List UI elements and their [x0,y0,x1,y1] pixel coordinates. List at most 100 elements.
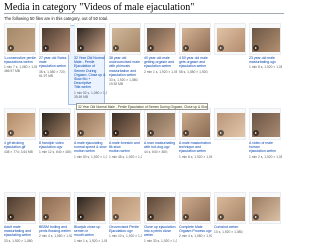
file-link[interactable]: Close up ejaculation into a penis close … [144,225,177,238]
thumbnail-frame[interactable] [144,23,176,55]
file-meta: 10 s, 1,920 × 1,080; [214,229,244,234]
file-link[interactable]: Blowjob close up semen in mouth.webm [74,225,107,238]
file-link[interactable]: 1-consecutive penile ejaculations.webm [4,56,37,64]
play-icon [78,214,84,220]
thumbnail-frame[interactable] [179,192,211,224]
file-meta: 56 s, 1,080 × 1,920; [179,69,209,74]
play-icon [8,130,14,136]
file-link[interactable]: 8 handjob video ejaculation.ogv [39,141,72,149]
video-thumbnail[interactable] [182,28,210,52]
video-thumbnail[interactable] [7,113,35,137]
play-icon [183,45,189,51]
thumbnail-frame[interactable] [4,108,36,140]
play-icon [43,45,49,51]
play-icon [148,45,154,51]
file-link[interactable]: 38 year old uncircumcised male with phim… [109,56,142,77]
file-link[interactable]: 40 year old male getting orgasm and ejac… [144,56,177,69]
video-thumbnail[interactable] [77,197,105,221]
thumbnail-frame[interactable] [144,108,176,140]
file-link[interactable]: 4 gif stroking ejaculation.gif [4,141,37,149]
thumbnail-frame[interactable] [74,23,106,55]
thumbnail-frame[interactable] [214,23,246,55]
video-thumbnail[interactable] [7,197,35,221]
file-meta: 44 s, 640 × 480; [144,149,168,154]
video-thumbnail[interactable] [217,197,245,221]
file-size: 51.97 MB [39,73,54,78]
video-thumbnail[interactable] [147,113,175,137]
file-meta: 2 min 1 s, 1,920 × 1,080; [144,69,177,74]
video-thumbnail[interactable] [252,113,280,137]
thumbnail-frame[interactable] [39,23,71,55]
file-size: 466.97 MB [4,68,20,73]
video-thumbnail[interactable] [7,28,35,52]
file-link[interactable]: 27 year old Swiss male ejaculation.webm [39,56,72,69]
category-heading: Media in category "Videos of male ejacul… [4,2,195,13]
file-size: 19.52 MB [109,81,124,86]
file-meta: 2 min 4 s, 1,080 × 1,920; [179,233,212,238]
file-meta: 1 min 8 s, 1,920 × 1,080; [179,154,212,159]
thumbnail-frame[interactable] [74,108,106,140]
thumbnail-frame[interactable] [109,192,141,224]
video-thumbnail[interactable] [217,113,245,137]
file-meta: 33 s, 1,920 × 1,080; [4,238,34,243]
file-meta: 1 min 10 s, 1,920 × 1,080; [109,233,142,238]
video-thumbnail[interactable] [182,197,210,221]
video-thumbnail[interactable] [112,28,140,52]
thumbnail-frame[interactable] [214,192,246,224]
video-thumbnail[interactable] [112,197,140,221]
video-thumbnail[interactable] [77,28,105,52]
thumbnail-frame[interactable] [179,23,211,55]
file-meta: 1 min 33 s, 1,920 × 1,080; [144,238,177,243]
thumbnail-frame[interactable] [4,192,36,224]
video-thumbnail[interactable] [42,28,70,52]
thumbnail-frame[interactable] [214,108,246,140]
file-link[interactable]: Circumcised Penile Ejaculation.ogv [109,225,142,233]
video-thumbnail[interactable] [42,113,70,137]
video-thumbnail[interactable] [77,113,105,137]
play-icon [113,130,119,136]
video-thumbnail[interactable] [182,113,210,137]
thumbnail-frame[interactable] [39,192,71,224]
file-meta: 2 min 4 s, 1,080 × 1,920; [39,233,72,238]
video-thumbnail[interactable] [252,197,280,221]
file-link[interactable]: A male foreskin and 8k slow motion.webm [109,141,142,154]
video-thumbnail[interactable] [217,28,245,52]
play-icon [8,45,14,51]
file-link[interactable]: A male masturbation technique and ejacul… [179,141,212,154]
play-icon [183,130,189,136]
file-link[interactable]: Adult male masturbating and ejaculating.… [4,225,37,238]
file-link[interactable]: 32 Year Old Normal Male - Penile Ejacula… [74,56,107,90]
thumbnail-frame[interactable] [74,192,106,224]
file-link[interactable]: 4 50 year old male gets orgasm and ejacu… [179,56,212,69]
file-link[interactable]: BBSM trolling and penis flossing.webm [39,225,72,233]
video-thumbnail[interactable] [112,113,140,137]
file-link[interactable]: A male ejaculating normal speed & slow m… [74,141,107,154]
thumbnail-frame[interactable] [144,192,176,224]
thumbnail-frame[interactable] [249,23,281,55]
play-icon [253,45,259,51]
play-icon [43,214,49,220]
heading-rule [4,13,284,14]
file-link[interactable]: A man masturbating with hot-dog.ogv [144,141,177,149]
thumbnail-frame[interactable] [249,192,281,224]
file-meta: 1 min 1 s, 1,920 × 1,080; [74,238,107,243]
play-icon [78,45,84,51]
video-thumbnail[interactable] [252,28,280,52]
video-thumbnail[interactable] [42,197,70,221]
thumbnail-frame[interactable] [39,108,71,140]
thumbnail-frame[interactable] [4,23,36,55]
file-size: 35.69 MB [74,94,89,99]
thumbnail-frame[interactable] [179,108,211,140]
video-thumbnail[interactable] [147,197,175,221]
file-meta: 438 × 774; 3.64 MB [4,149,33,154]
thumbnail-frame[interactable] [249,108,281,140]
file-link[interactable]: 23 year old male masturbating.ogv [249,56,282,64]
play-icon [43,130,49,136]
thumbnail-frame[interactable] [109,23,141,55]
file-link[interactable]: A video of male human ejaculation.webm [249,141,282,154]
video-thumbnail[interactable] [147,28,175,52]
play-icon [183,214,189,220]
play-icon [78,130,84,136]
thumbnail-frame[interactable] [109,108,141,140]
file-link[interactable]: Complete Male Orgasm Process.ogv [179,225,212,233]
